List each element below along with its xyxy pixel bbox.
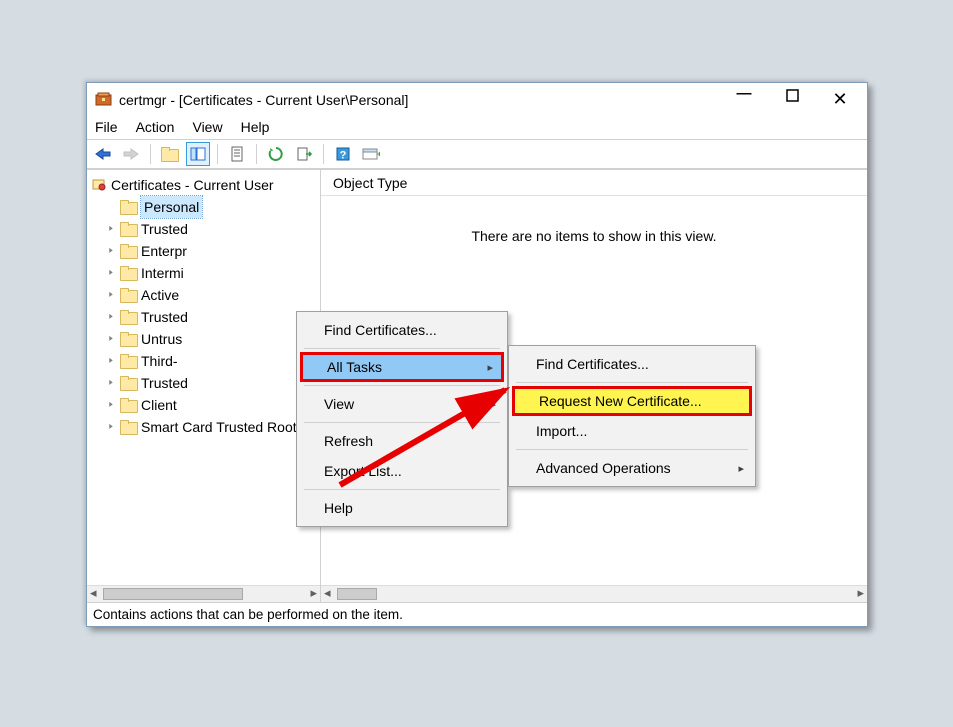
minimize-button[interactable]: — [733, 85, 755, 106]
menu-separator [304, 385, 500, 386]
toolbar: ? [87, 139, 867, 169]
folder-icon [120, 266, 138, 280]
folder-icon [120, 376, 138, 390]
expand-icon[interactable]: ▸ [107, 350, 115, 372]
folder-icon [120, 332, 138, 346]
tree-item-label: Trusted [141, 372, 188, 394]
expand-icon[interactable]: ▸ [107, 394, 115, 416]
tree-item-label: Client [141, 394, 177, 416]
submenu-advanced-operations[interactable]: Advanced Operations [512, 453, 752, 483]
menu-help[interactable]: Help [241, 119, 270, 135]
tree-item-label: Active [141, 284, 179, 306]
status-text: Contains actions that can be performed o… [93, 607, 403, 622]
tree-item[interactable]: ▸ Untrus [91, 328, 320, 350]
tree-item-label: Trusted [141, 218, 188, 240]
tree-item[interactable]: ▸ Enterpr [91, 240, 320, 262]
menubar: File Action View Help [87, 115, 867, 139]
nav-forward-icon[interactable] [119, 142, 143, 166]
tree-item-label: Personal [141, 196, 202, 218]
detail-header[interactable]: Object Type [321, 170, 867, 196]
tree-item[interactable]: ▸ Trusted [91, 372, 320, 394]
menu-help[interactable]: Help [300, 493, 504, 523]
menu-action[interactable]: Action [136, 119, 175, 135]
folder-icon [120, 200, 138, 214]
empty-message: There are no items to show in this view. [471, 228, 716, 244]
folder-up-icon[interactable] [158, 142, 182, 166]
menu-separator [516, 449, 748, 450]
tree-item-label: Trusted [141, 306, 188, 328]
svg-text:?: ? [340, 150, 347, 162]
tree-item-label: Untrus [141, 328, 182, 350]
folder-icon [120, 244, 138, 258]
expand-icon[interactable]: ▸ [107, 218, 115, 240]
menu-find-certificates[interactable]: Find Certificates... [300, 315, 504, 345]
tree-item[interactable]: ▸ Client [91, 394, 320, 416]
column-object-type: Object Type [333, 175, 407, 191]
options-icon[interactable] [359, 142, 383, 166]
tree-item[interactable]: ▸ Active [91, 284, 320, 306]
refresh-icon[interactable] [264, 142, 288, 166]
maximize-button[interactable] [781, 89, 803, 110]
expand-icon[interactable]: ▸ [107, 328, 115, 350]
menu-separator [304, 348, 500, 349]
tree-item[interactable]: ▸ Smart Card Trusted Roots [91, 416, 320, 438]
certificate-tree[interactable]: Certificates - Current User Personal ▸ Tru… [87, 170, 320, 585]
titlebar: certmgr - [Certificates - Current User\P… [87, 83, 867, 115]
context-menu-primary: Find Certificates... All Tasks View Refr… [296, 311, 508, 527]
tree-item[interactable]: ▸ Trusted [91, 218, 320, 240]
tree-root-label: Certificates - Current User [111, 174, 274, 196]
help-icon[interactable]: ? [331, 142, 355, 166]
context-menu-all-tasks: Find Certificates... Request New Certifi… [508, 345, 756, 487]
submenu-find-certificates[interactable]: Find Certificates... [512, 349, 752, 379]
expand-icon[interactable]: ▸ [107, 240, 115, 262]
menu-file[interactable]: File [95, 119, 118, 135]
expand-icon[interactable]: ▸ [107, 284, 115, 306]
left-horizontal-scrollbar[interactable] [87, 585, 320, 602]
folder-icon [120, 288, 138, 302]
tree-item[interactable]: Personal [91, 196, 320, 218]
menu-all-tasks[interactable]: All Tasks [300, 352, 504, 382]
folder-icon [120, 398, 138, 412]
export-icon[interactable] [292, 142, 316, 166]
nav-back-icon[interactable] [91, 142, 115, 166]
menu-refresh[interactable]: Refresh [300, 426, 504, 456]
tree-item[interactable]: ▸ Trusted [91, 306, 320, 328]
submenu-request-new-certificate[interactable]: Request New Certificate... [512, 386, 752, 416]
menu-export-list[interactable]: Export List... [300, 456, 504, 486]
folder-icon [120, 354, 138, 368]
right-horizontal-scrollbar[interactable] [321, 585, 867, 602]
show-hide-tree-icon[interactable] [186, 142, 210, 166]
tree-pane: Certificates - Current User Personal ▸ Tru… [87, 170, 321, 602]
folder-icon [120, 420, 138, 434]
folder-icon [120, 222, 138, 236]
expand-icon[interactable]: ▸ [107, 416, 115, 438]
tree-item-label: Smart Card Trusted Roots [141, 416, 304, 438]
expand-icon[interactable]: ▸ [107, 372, 115, 394]
tree-item[interactable]: ▸ Intermi [91, 262, 320, 284]
window-title: certmgr - [Certificates - Current User\P… [119, 91, 733, 108]
properties-icon[interactable] [225, 142, 249, 166]
close-button[interactable]: ✕ [829, 89, 851, 110]
certificates-root-icon [91, 177, 107, 193]
statusbar: Contains actions that can be performed o… [87, 602, 867, 626]
tree-item-label: Intermi [141, 262, 184, 284]
folder-icon [120, 310, 138, 324]
certmgr-app-icon [95, 90, 113, 108]
expand-icon[interactable]: ▸ [107, 306, 115, 328]
menu-view[interactable]: View [300, 389, 504, 419]
menu-separator [304, 489, 500, 490]
tree-root[interactable]: Certificates - Current User [91, 174, 320, 196]
tree-item-label: Enterpr [141, 240, 187, 262]
tree-item[interactable]: ▸ Third- [91, 350, 320, 372]
menu-view[interactable]: View [192, 119, 222, 135]
expand-icon[interactable]: ▸ [107, 262, 115, 284]
menu-separator [304, 422, 500, 423]
tree-item-label: Third- [141, 350, 178, 372]
submenu-import[interactable]: Import... [512, 416, 752, 446]
menu-separator [516, 382, 748, 383]
